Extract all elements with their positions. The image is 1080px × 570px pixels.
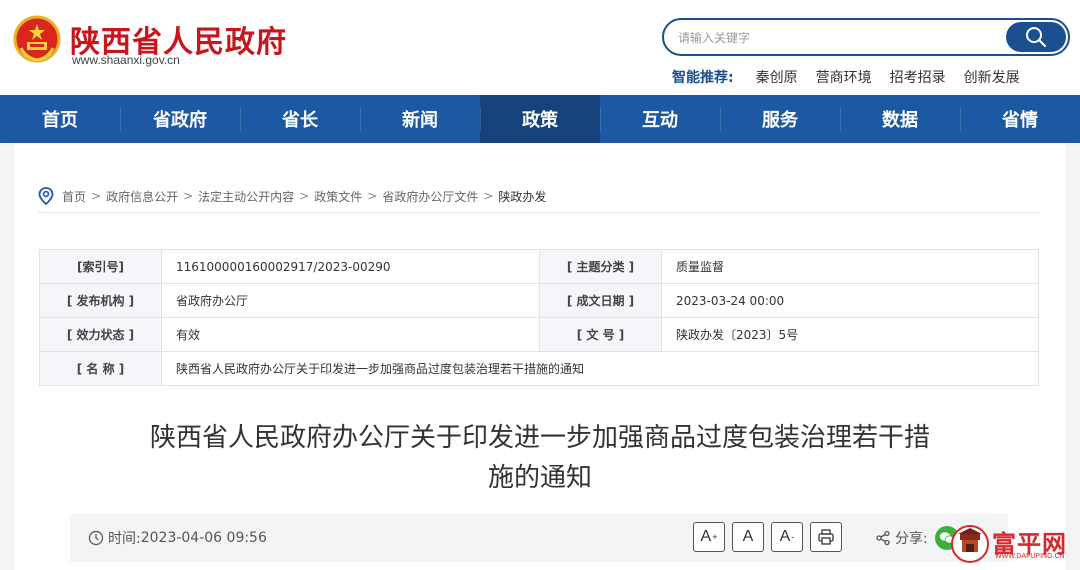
name-label: [ 名 称 ] xyxy=(39,351,162,386)
doc-number-label: [ 文 号 ] xyxy=(539,317,662,352)
breadcrumb-separator: > xyxy=(483,189,494,203)
publisher-value: 省政府办公厅 xyxy=(161,283,540,318)
share-icon xyxy=(876,530,890,546)
table-row: [ 效力状态 ] 有效 [ 文 号 ] 陕政办发〔2023〕5号 xyxy=(39,317,1039,352)
breadcrumb-separator: > xyxy=(367,189,378,203)
font-decrease-label: A xyxy=(779,528,791,545)
nav-item-policy[interactable]: 政策 xyxy=(480,95,600,143)
breadcrumb-statutory[interactable]: 法定主动公开内容 xyxy=(198,188,294,205)
search-button[interactable] xyxy=(1006,22,1066,52)
font-increase-sup: + xyxy=(712,532,718,542)
breadcrumb-divider xyxy=(38,212,1040,213)
search-input[interactable] xyxy=(678,28,998,48)
table-row: [索引号] 116100000160002917/2023-00290 [ 主题… xyxy=(39,249,1039,284)
breadcrumb-office-docs[interactable]: 省政府办公厅文件 xyxy=(382,188,478,205)
document-meta-table: [索引号] 116100000160002917/2023-00290 [ 主题… xyxy=(39,249,1039,386)
nav-item-province-info[interactable]: 省情 xyxy=(960,95,1080,143)
time-label: 时间: xyxy=(108,531,141,547)
recommend-item-innovation[interactable]: 创新发展 xyxy=(964,67,1020,87)
article-toolbar: 时间: 2023-04-06 09:56 A + A A- 分享: xyxy=(70,514,1008,562)
clock-icon xyxy=(88,530,104,546)
font-size-normal-button[interactable]: A xyxy=(732,522,764,552)
index-number-label: [索引号] xyxy=(39,249,162,284)
font-normal-label: A xyxy=(742,528,754,545)
nav-item-data[interactable]: 数据 xyxy=(840,95,960,143)
site-header: 陕西省人民政府 www.shaanxi.gov.cn 智能推荐: 秦创原 营商环… xyxy=(0,0,1080,95)
publisher-label: [ 发布机构 ] xyxy=(39,283,162,318)
recommend-item-business-env[interactable]: 营商环境 xyxy=(816,67,872,87)
main-nav: 首页 省政府 省长 新闻 政策 互动 服务 数据 省情 xyxy=(0,95,1080,143)
location-pin-icon xyxy=(38,187,54,205)
topic-value: 质量监督 xyxy=(661,249,1039,284)
font-increase-label: A xyxy=(700,528,712,545)
breadcrumb: 首页 > 政府信息公开 > 法定主动公开内容 > 政策文件 > 省政府办公厅文件… xyxy=(38,185,546,207)
recommend-item-recruitment[interactable]: 招考招录 xyxy=(890,67,946,87)
nav-item-interaction[interactable]: 互动 xyxy=(600,95,720,143)
table-row: [ 名 称 ] 陕西省人民政府办公厅关于印发进一步加强商品过度包装治理若干措施的… xyxy=(39,351,1039,386)
publish-time: 时间: 2023-04-06 09:56 xyxy=(88,528,267,548)
search-box xyxy=(662,18,1070,56)
status-label: [ 效力状态 ] xyxy=(39,317,162,352)
table-row: [ 发布机构 ] 省政府办公厅 [ 成文日期 ] 2023-03-24 00:0… xyxy=(39,283,1039,318)
name-value: 陕西省人民政府办公厅关于印发进一步加强商品过度包装治理若干措施的通知 xyxy=(161,351,1039,386)
nav-item-news[interactable]: 新闻 xyxy=(360,95,480,143)
recommend-item-qinchuangyuan[interactable]: 秦创原 xyxy=(756,67,798,87)
date-value: 2023-03-24 00:00 xyxy=(661,283,1039,318)
time-value: 2023-04-06 09:56 xyxy=(140,530,267,546)
status-value: 有效 xyxy=(161,317,540,352)
font-decrease-sup: - xyxy=(791,532,795,542)
breadcrumb-gov-info[interactable]: 政府信息公开 xyxy=(106,188,178,205)
national-emblem-icon[interactable] xyxy=(12,14,62,64)
nav-item-service[interactable]: 服务 xyxy=(720,95,840,143)
nav-item-home[interactable]: 首页 xyxy=(0,95,120,143)
page-title: 陕西省人民政府办公厅关于印发进一步加强商品过度包装治理若干措 施的通知 xyxy=(100,418,980,498)
smart-recommend: 智能推荐: 秦创原 营商环境 招考招录 创新发展 xyxy=(672,67,1038,87)
breadcrumb-policy-docs[interactable]: 政策文件 xyxy=(314,188,362,205)
print-button[interactable] xyxy=(810,522,842,552)
watermark-url: WWW.DAFUPING.CN xyxy=(995,553,1065,560)
recommend-label: 智能推荐: xyxy=(672,70,734,86)
title-line-2: 施的通知 xyxy=(487,463,592,493)
site-url[interactable]: www.shaanxi.gov.cn xyxy=(72,53,180,67)
index-number-value: 116100000160002917/2023-00290 xyxy=(161,249,540,284)
breadcrumb-separator: > xyxy=(91,189,102,203)
breadcrumb-separator: > xyxy=(299,189,310,203)
nav-item-province-gov[interactable]: 省政府 xyxy=(120,95,240,143)
breadcrumb-home[interactable]: 首页 xyxy=(62,188,86,205)
share-section: 分享: xyxy=(875,528,928,548)
breadcrumb-separator: > xyxy=(183,189,194,203)
topic-label: [ 主题分类 ] xyxy=(539,249,662,284)
print-icon xyxy=(818,529,834,545)
title-line-1: 陕西省人民政府办公厅关于印发进一步加强商品过度包装治理若干措 xyxy=(149,423,930,453)
font-size-increase-button[interactable]: A + xyxy=(693,522,725,552)
font-size-decrease-button[interactable]: A- xyxy=(771,522,803,552)
breadcrumb-current[interactable]: 陕政办发 xyxy=(498,188,546,205)
nav-item-governor[interactable]: 省长 xyxy=(240,95,360,143)
search-icon xyxy=(1026,27,1047,48)
date-label: [ 成文日期 ] xyxy=(539,283,662,318)
share-label: 分享: xyxy=(895,531,928,547)
doc-number-value: 陕政办发〔2023〕5号 xyxy=(661,317,1039,352)
